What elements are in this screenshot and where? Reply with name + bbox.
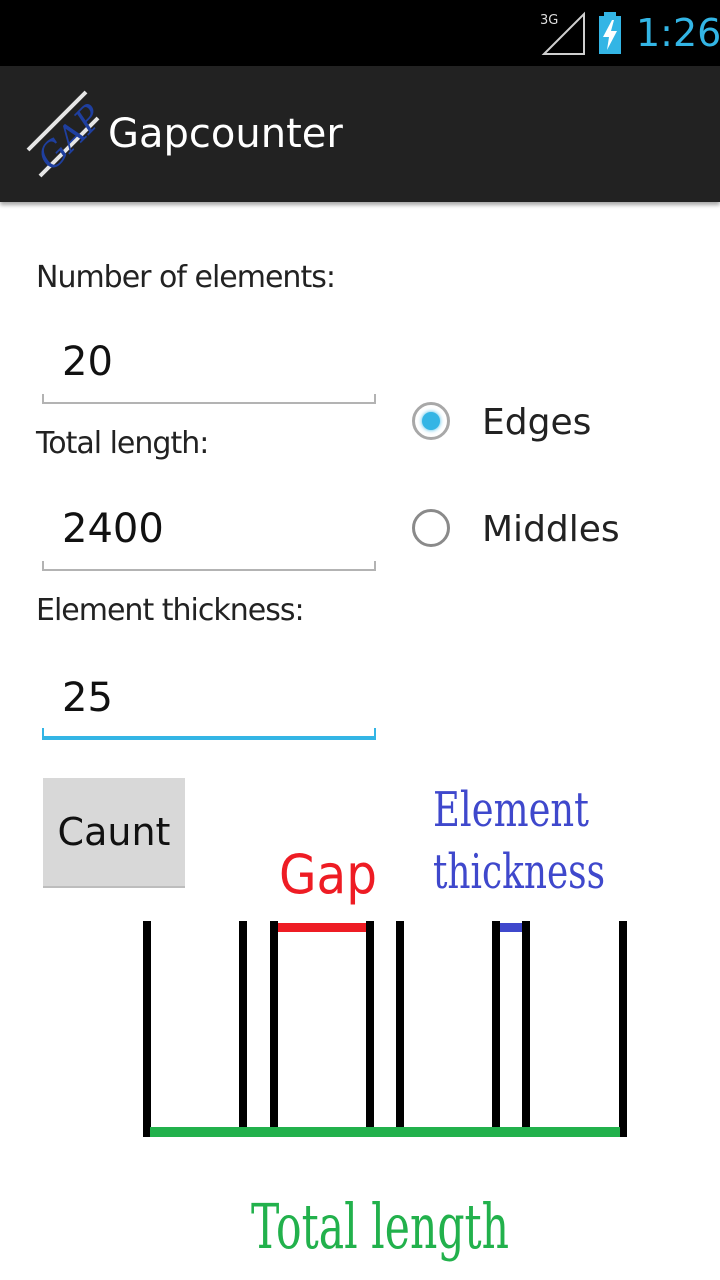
thickness-value[interactable]: 25 <box>62 670 113 726</box>
length-label: Total length: <box>36 426 209 461</box>
element-bar <box>396 921 404 1127</box>
total-length-caption: Total length <box>251 1190 509 1263</box>
status-time: 1:26 <box>636 11 720 55</box>
elements-label: Number of elements: <box>36 260 336 295</box>
radio-edges[interactable]: Edges <box>410 394 700 454</box>
app-title: Gapcounter <box>108 111 343 157</box>
element-bar <box>619 921 627 1137</box>
element-bar <box>492 921 500 1127</box>
thickness-label: Element thickness: <box>36 593 305 628</box>
element-bar <box>270 921 278 1127</box>
elements-underline <box>42 394 376 404</box>
element-bar <box>366 921 374 1127</box>
radio-edges-label[interactable]: Edges <box>482 394 591 452</box>
radio-middles-button[interactable] <box>412 509 450 547</box>
battery-charging-icon <box>599 12 621 54</box>
total-length-line <box>150 1127 620 1137</box>
element-bar <box>239 921 247 1127</box>
elements-input[interactable]: 20 <box>42 330 376 404</box>
element-bar <box>522 921 530 1127</box>
radio-middles[interactable]: Middles <box>410 501 700 561</box>
network-type-text: 3G <box>540 13 558 28</box>
thickness-underline <box>42 728 376 740</box>
thickness-caption-line1: Element <box>433 782 589 838</box>
radio-edges-button[interactable] <box>412 402 450 440</box>
gap-caption: Gap <box>279 843 377 906</box>
gap-diagram: Element thickness Gap Total length <box>143 782 627 1263</box>
radio-middles-label[interactable]: Middles <box>482 501 620 559</box>
length-input[interactable]: 2400 <box>42 497 376 571</box>
element-bar <box>143 921 151 1137</box>
gap-logo-icon[interactable]: GAP <box>24 88 100 178</box>
signal-3g-icon: 3G <box>540 11 585 55</box>
elements-value[interactable]: 20 <box>62 334 113 390</box>
action-bar: GAP Gapcounter <box>0 66 720 202</box>
length-underline <box>42 561 376 571</box>
length-value[interactable]: 2400 <box>62 501 164 557</box>
status-bar: 3G 1:26 <box>0 0 720 66</box>
thickness-caption-line2: thickness <box>433 844 605 900</box>
gap-marker <box>276 923 368 932</box>
thickness-input[interactable]: 25 <box>42 666 376 740</box>
